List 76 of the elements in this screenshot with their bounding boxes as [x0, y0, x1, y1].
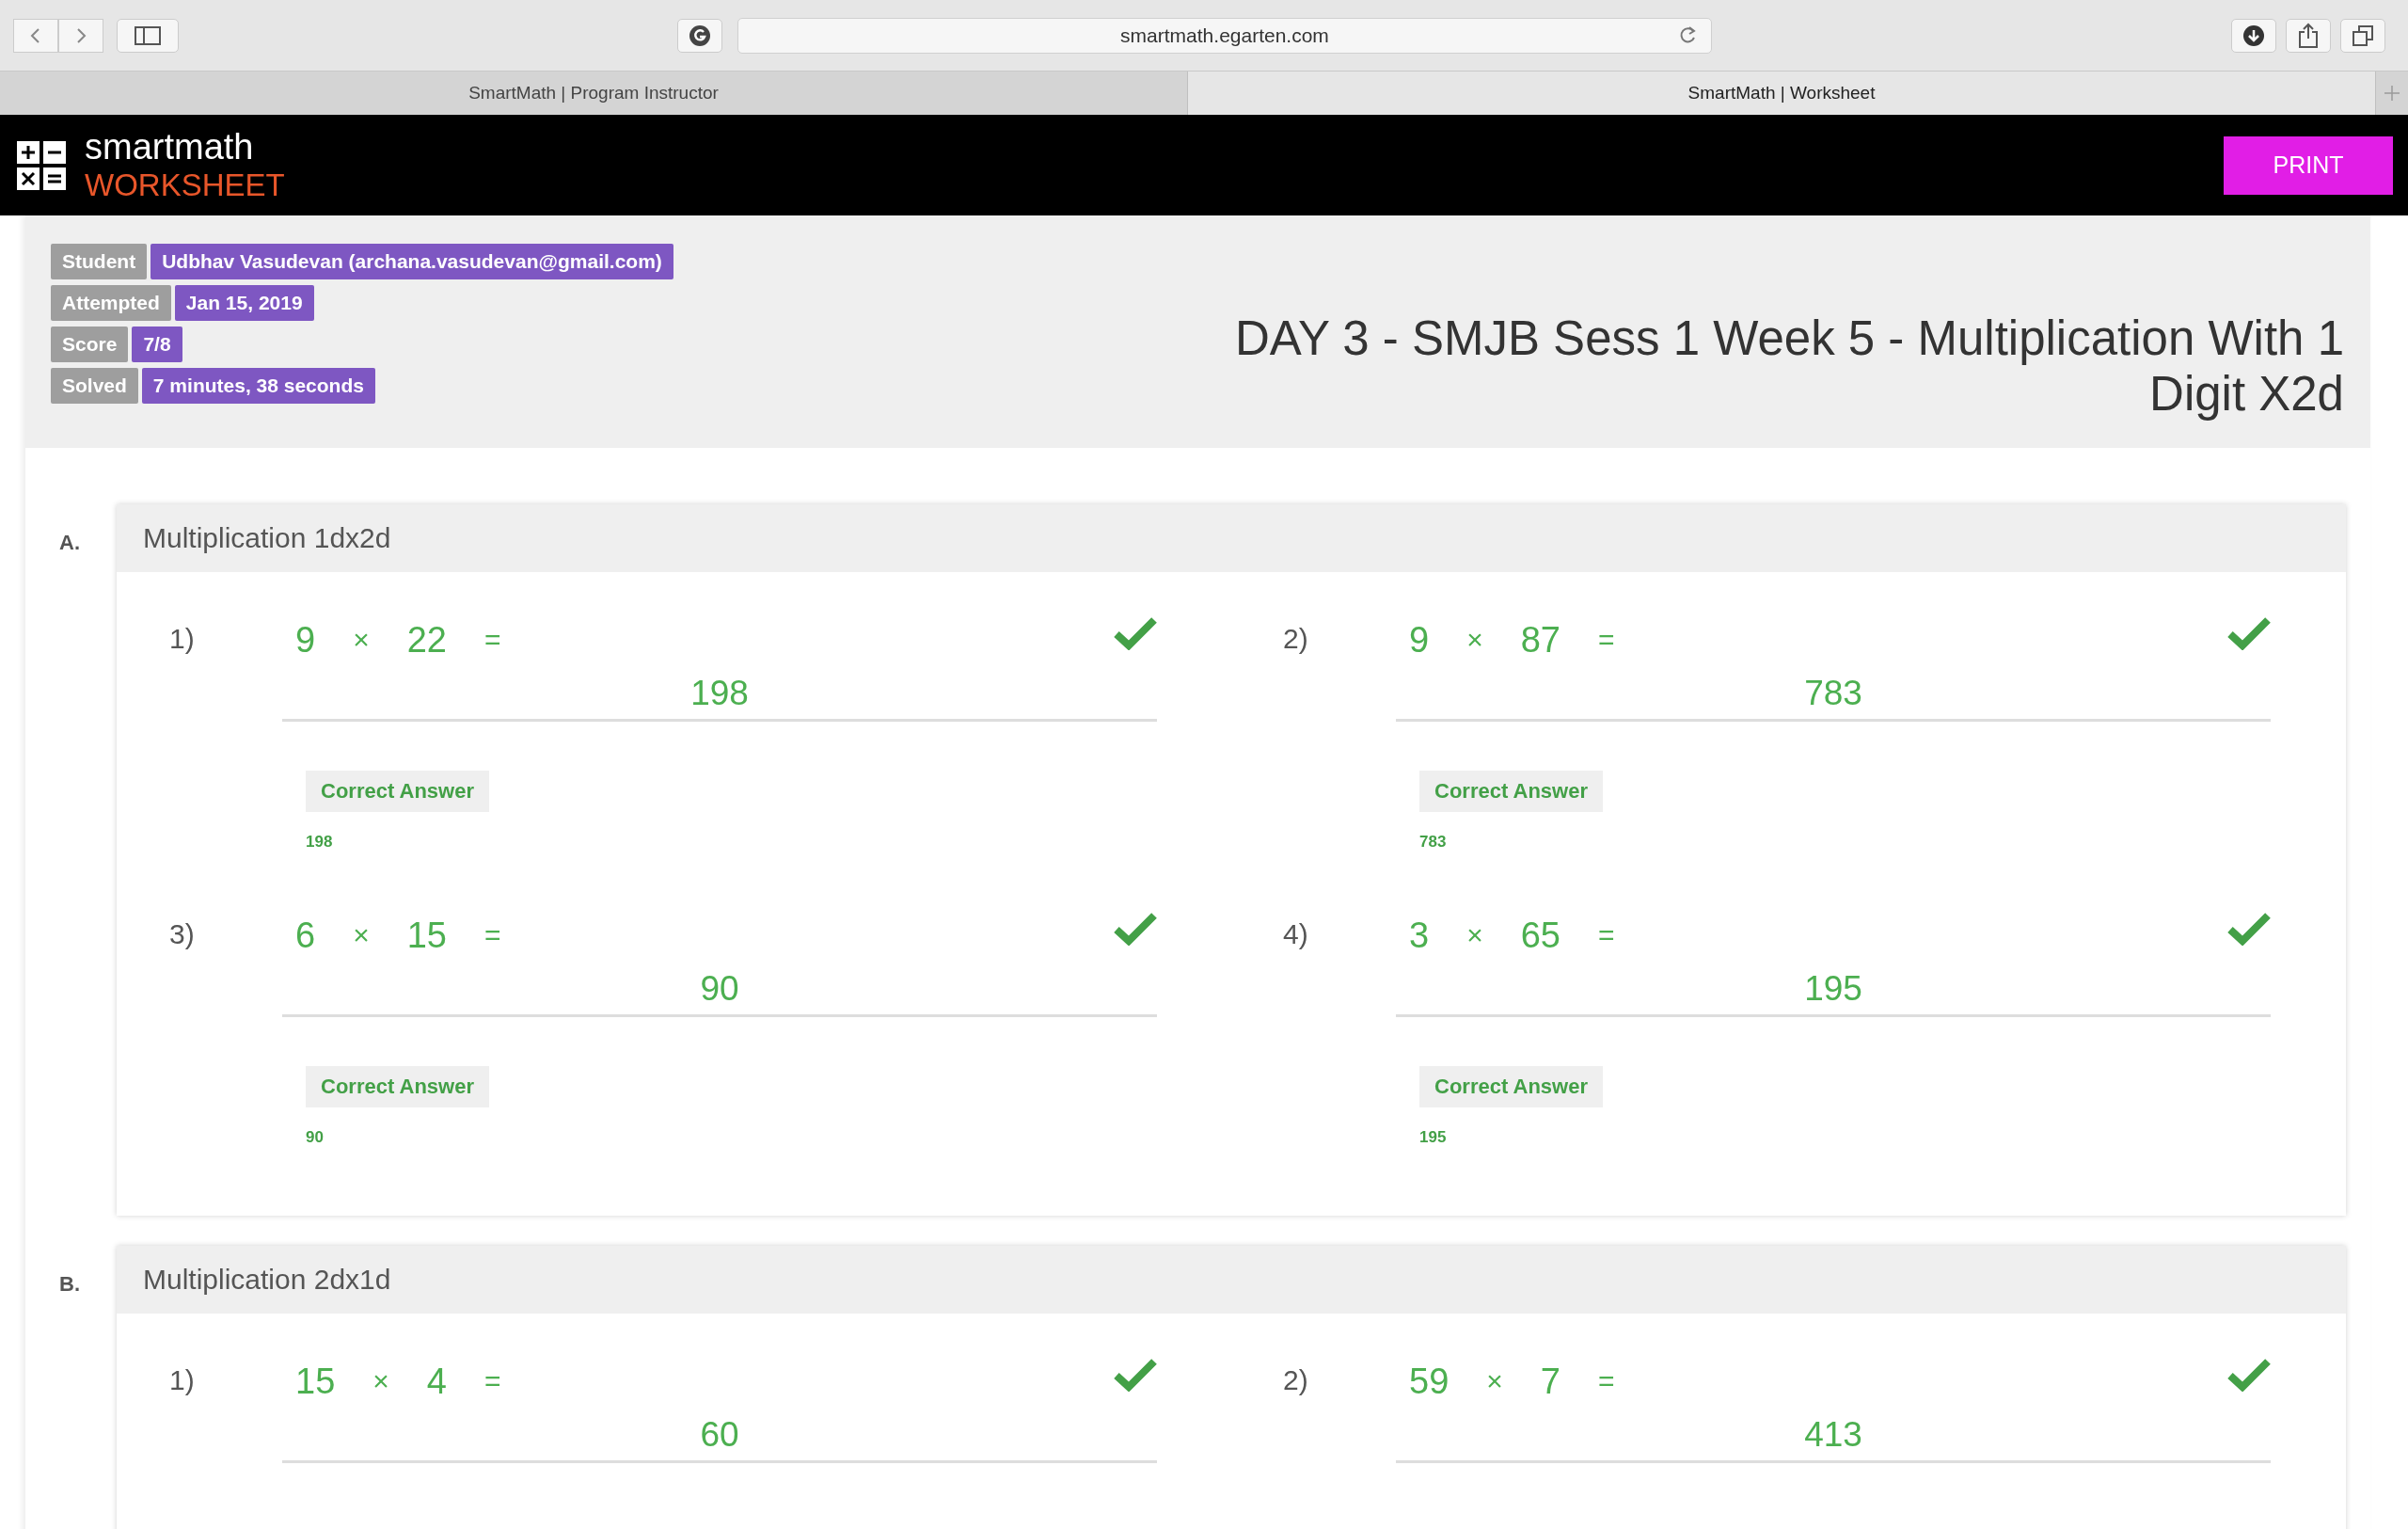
sidebar-button[interactable] — [117, 18, 179, 53]
answer-field[interactable]: 90 — [282, 962, 1157, 1017]
forward-button[interactable] — [58, 18, 103, 53]
correct-answer-value: 783 — [1419, 833, 1448, 852]
operand: 6 — [295, 915, 316, 956]
operand: 22 — [406, 619, 447, 661]
info-value: Udbhav Vasudevan (archana.vasudevan@gmail.com) — [150, 244, 673, 279]
g-circle-icon — [688, 23, 712, 48]
equals-sign: = — [483, 1365, 501, 1397]
tabs-button[interactable] — [2340, 18, 2385, 53]
brand-name: smartmath — [85, 126, 255, 168]
equals-sign: = — [1597, 1365, 1615, 1397]
plus-icon — [2384, 85, 2400, 102]
print-button[interactable]: PRINT — [2224, 135, 2393, 195]
operand: 7 — [1540, 1361, 1560, 1402]
calculator-logo-icon — [17, 140, 66, 190]
operand: 15 — [295, 1361, 336, 1402]
correct-answer-value: 195 — [1419, 1128, 1448, 1147]
correct-answer-label: Correct Answer — [1419, 771, 1603, 812]
correct-answer-label: Correct Answer — [1419, 1066, 1603, 1107]
operator: × — [353, 919, 370, 951]
answer-field[interactable]: 413 — [1396, 1408, 2271, 1463]
correct-answer-label: Correct Answer — [306, 1066, 489, 1107]
download-button[interactable] — [2231, 18, 2276, 53]
download-icon — [2242, 23, 2266, 48]
equals-sign: = — [483, 919, 501, 951]
answer-field[interactable]: 783 — [1396, 666, 2271, 722]
back-button[interactable] — [13, 18, 58, 53]
info-label: Student — [51, 244, 148, 279]
section-letter: B. — [59, 1271, 81, 1298]
operand: 59 — [1409, 1361, 1450, 1402]
problem-number: 2) — [1283, 622, 1309, 656]
extension-button[interactable] — [677, 18, 722, 53]
brand-subtitle: WORKSHEET — [85, 167, 285, 204]
info-value: Jan 15, 2019 — [174, 285, 314, 321]
browser-tab[interactable]: SmartMath | Worksheet — [1188, 72, 2376, 115]
problem-number: 1) — [169, 622, 196, 656]
correct-answer-value: 90 — [306, 1128, 325, 1147]
correct-answer-label: Correct Answer — [306, 771, 489, 812]
info-value: 7/8 — [132, 327, 182, 362]
correct-answer-value: 198 — [306, 833, 334, 852]
operator: × — [372, 1365, 389, 1397]
problem-number: 3) — [169, 917, 196, 951]
answer-field[interactable]: 60 — [282, 1408, 1157, 1463]
info-label: Score — [51, 327, 129, 362]
equals-sign: = — [1597, 624, 1615, 656]
section-letter: A. — [59, 530, 81, 556]
sidebar-icon — [135, 25, 161, 45]
operand: 9 — [1409, 619, 1430, 661]
problem-number: 4) — [1283, 917, 1309, 951]
operator: × — [1486, 1365, 1503, 1397]
operator: × — [1466, 624, 1483, 656]
tabs-icon — [2352, 24, 2374, 47]
share-button[interactable] — [2286, 18, 2331, 53]
share-icon — [2297, 22, 2320, 49]
section-title: Multiplication 1dx2d — [117, 504, 2346, 572]
operator: × — [353, 624, 370, 656]
info-label: Solved — [51, 368, 138, 404]
operand: 4 — [426, 1361, 447, 1402]
section-title: Multiplication 2dx1d — [117, 1246, 2346, 1314]
answer-field[interactable]: 195 — [1396, 962, 2271, 1017]
worksheet-title: DAY 3 - SMJB Sess 1 Week 5 - Multiplication With 1 Digit X2d — [1233, 311, 2344, 422]
operand: 87 — [1520, 619, 1560, 661]
operand: 65 — [1520, 915, 1560, 956]
operand: 3 — [1409, 915, 1430, 956]
problem-number: 2) — [1283, 1363, 1309, 1397]
equals-sign: = — [483, 624, 501, 656]
info-label: Attempted — [51, 285, 171, 321]
address-bar[interactable]: smartmath.egarten.com — [737, 17, 1712, 54]
operand: 15 — [406, 915, 447, 956]
operator: × — [1466, 919, 1483, 951]
equals-sign: = — [1597, 919, 1615, 951]
answer-field[interactable]: 198 — [282, 666, 1157, 722]
operand: 9 — [295, 619, 316, 661]
problem-number: 1) — [169, 1363, 196, 1397]
info-value: 7 minutes, 38 seconds — [141, 368, 375, 404]
